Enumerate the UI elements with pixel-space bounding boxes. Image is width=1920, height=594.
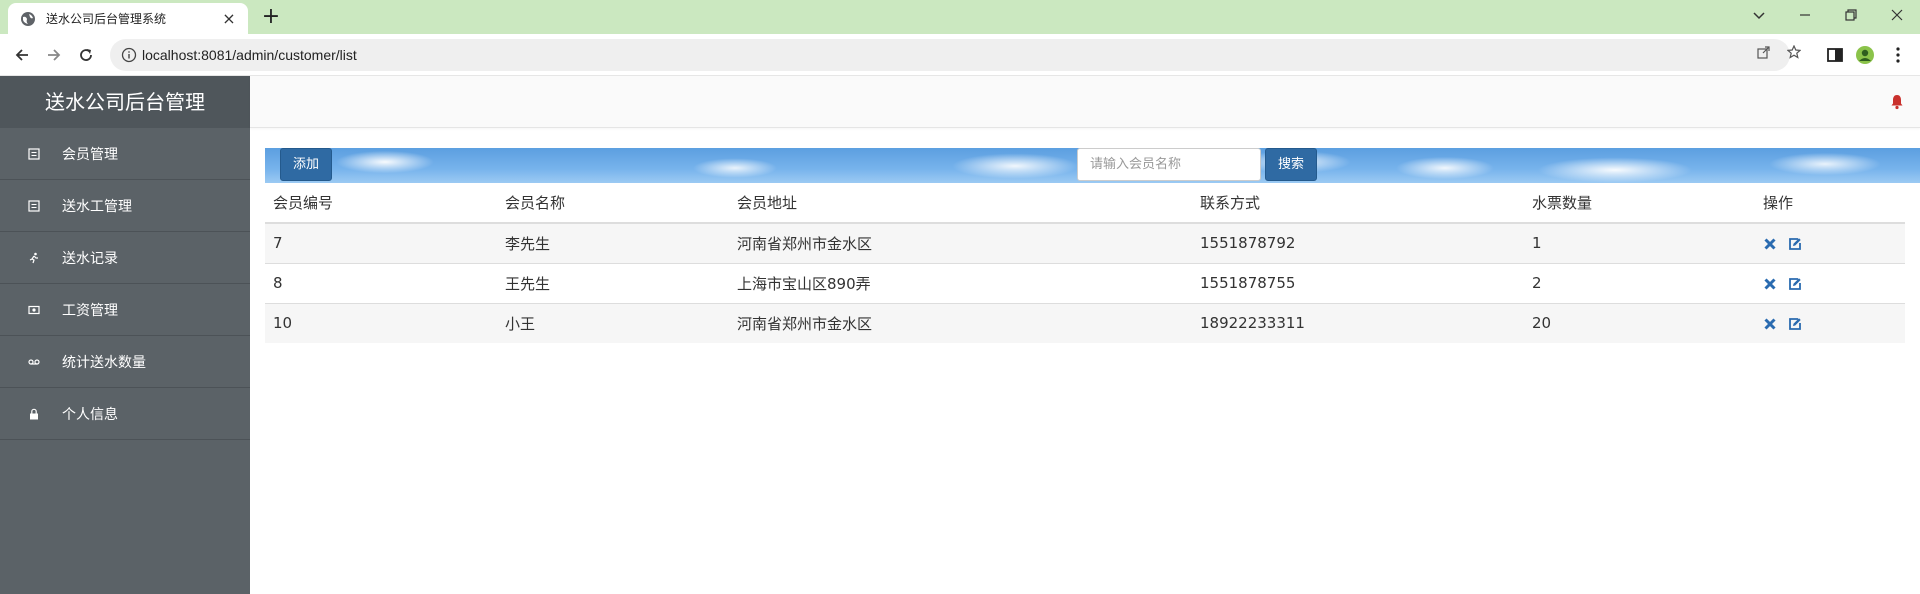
delete-icon[interactable]: [1763, 317, 1777, 331]
money-icon: [28, 305, 40, 314]
site-info-icon[interactable]: [120, 46, 138, 64]
sidebar-item-members[interactable]: 会员管理: [0, 128, 250, 180]
sidebar-item-label: 送水记录: [62, 250, 118, 267]
table-row: 10 小王 河南省郑州市金水区 18922233311 20: [265, 302, 1905, 343]
tab-close-icon[interactable]: ×: [220, 9, 238, 28]
delete-icon[interactable]: [1763, 277, 1777, 291]
column-header-tickets: 水票数量: [1524, 183, 1755, 224]
list-icon: [28, 147, 40, 160]
column-header-actions: 操作: [1755, 183, 1905, 224]
profile-avatar-icon[interactable]: [1855, 45, 1875, 65]
cell-actions: [1755, 302, 1905, 343]
cell-address: 河南省郑州市金水区: [729, 222, 1192, 263]
share-icon[interactable]: [1754, 45, 1774, 65]
cell-phone: 1551878792: [1192, 222, 1524, 263]
browser-toolbar: localhost:8081/admin/customer/list: [0, 34, 1920, 76]
lock-icon: [30, 408, 38, 419]
delete-icon[interactable]: [1763, 237, 1777, 251]
restore-icon[interactable]: [1828, 0, 1874, 30]
sidebar: 送水公司后台管理 会员管理 送水工管理 送水记录 工资管理 统计送水数量 个人信…: [0, 76, 250, 594]
column-header-address: 会员地址: [729, 183, 1192, 224]
minimize-icon[interactable]: [1782, 0, 1828, 30]
cell-id: 8: [265, 262, 497, 303]
close-window-icon[interactable]: [1874, 0, 1920, 30]
search-input[interactable]: 请输入会员名称: [1077, 148, 1261, 181]
address-bar[interactable]: localhost:8081/admin/customer/list: [110, 39, 1802, 71]
tab-search-icon[interactable]: [1736, 0, 1782, 30]
add-button[interactable]: 添加: [280, 148, 332, 181]
bookmark-star-icon[interactable]: [1784, 44, 1804, 65]
sidebar-item-profile[interactable]: 个人信息: [0, 388, 250, 440]
voicemail-icon: [28, 358, 40, 365]
column-header-phone: 联系方式: [1192, 183, 1524, 224]
cell-address: 上海市宝山区890弄: [729, 262, 1192, 303]
cell-tickets: 20: [1524, 302, 1755, 343]
customer-table: 会员编号 会员名称 会员地址 联系方式 水票数量 操作 7 李先生 河南省郑州市…: [265, 183, 1905, 343]
cell-name: 李先生: [497, 222, 729, 263]
edit-icon[interactable]: [1788, 237, 1802, 251]
top-navbar: [250, 76, 1920, 128]
cell-phone: 1551878755: [1192, 262, 1524, 303]
edit-icon[interactable]: [1788, 277, 1802, 291]
forward-icon[interactable]: [40, 41, 68, 69]
cell-name: 王先生: [497, 262, 729, 303]
cell-tickets: 1: [1524, 222, 1755, 263]
cell-actions: [1755, 222, 1905, 263]
cell-id: 10: [265, 302, 497, 343]
bell-icon[interactable]: [1890, 94, 1904, 110]
side-panel-icon[interactable]: [1825, 45, 1845, 65]
back-icon[interactable]: [8, 41, 36, 69]
sidebar-item-delivery-records[interactable]: 送水记录: [0, 232, 250, 284]
sidebar-item-salary[interactable]: 工资管理: [0, 284, 250, 336]
sidebar-item-label: 送水工管理: [62, 198, 132, 215]
app-brand: 送水公司后台管理: [0, 76, 250, 128]
action-toolbar: 添加 请输入会员名称 搜索: [265, 148, 1920, 183]
column-header-name: 会员名称: [497, 183, 729, 224]
search-button[interactable]: 搜索: [1265, 148, 1317, 181]
cell-address: 河南省郑州市金水区: [729, 302, 1192, 343]
cell-id: 7: [265, 222, 497, 263]
edit-icon[interactable]: [1788, 317, 1802, 331]
cell-actions: [1755, 262, 1905, 303]
table-row: 8 王先生 上海市宝山区890弄 1551878755 2: [265, 262, 1905, 303]
cell-name: 小王: [497, 302, 729, 343]
list-icon: [28, 199, 40, 212]
tab-title: 送水公司后台管理系统: [46, 12, 167, 26]
reload-icon[interactable]: [72, 41, 100, 69]
sidebar-item-label: 工资管理: [62, 302, 118, 319]
sidebar-item-label: 会员管理: [62, 146, 118, 163]
table-header-row: 会员编号 会员名称 会员地址 联系方式 水票数量 操作: [265, 183, 1905, 224]
new-tab-button[interactable]: +: [258, 5, 284, 31]
browser-tab[interactable]: 送水公司后台管理系统 ×: [8, 3, 248, 34]
sidebar-item-label: 统计送水数量: [62, 354, 146, 371]
runner-icon: [29, 252, 38, 263]
sidebar-item-label: 个人信息: [62, 406, 118, 423]
sidebar-item-workers[interactable]: 送水工管理: [0, 180, 250, 232]
sidebar-item-statistics[interactable]: 统计送水数量: [0, 336, 250, 388]
column-header-id: 会员编号: [265, 183, 497, 224]
more-menu-icon[interactable]: [1888, 45, 1908, 65]
url-text: localhost:8081/admin/customer/list: [142, 47, 357, 63]
main-content: 添加 请输入会员名称 搜索 会员编号 会员名称 会员地址 联系方式 水票数量 操…: [250, 76, 1920, 594]
browser-tab-bar: 送水公司后台管理系统 × +: [0, 0, 1920, 34]
cell-tickets: 2: [1524, 262, 1755, 303]
table-row: 7 李先生 河南省郑州市金水区 1551878792 1: [265, 222, 1905, 263]
globe-icon: [21, 11, 35, 26]
cell-phone: 18922233311: [1192, 302, 1524, 343]
